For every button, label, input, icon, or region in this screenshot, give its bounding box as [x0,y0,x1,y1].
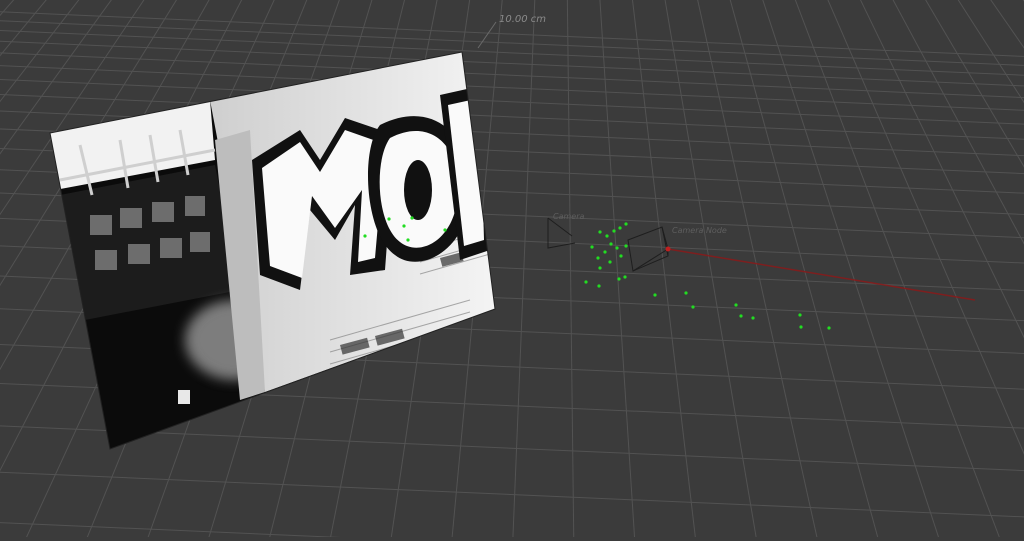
camera-trajectory [667,248,976,301]
point [615,246,619,250]
point [691,305,695,309]
point [584,280,588,284]
point [734,303,738,307]
point [624,244,628,248]
scene-canvas[interactable] [0,0,1024,541]
point [387,217,391,221]
point [406,238,410,242]
point [597,284,601,288]
point [799,325,803,329]
point [598,266,602,270]
image-plane[interactable] [40,40,510,460]
camera-label-left: Camera [553,212,585,221]
point [363,234,367,238]
point [617,277,621,281]
point [619,254,623,258]
camera-gizmo-left[interactable] [547,217,576,249]
point [590,245,594,249]
scale-label: 10.00 cm [499,14,547,25]
point [624,222,628,226]
point [598,230,602,234]
point [618,226,622,230]
camera-center[interactable] [665,246,671,252]
point [410,216,414,220]
point [612,229,616,233]
point [798,313,802,317]
point [402,224,406,228]
scale-guide-line [477,21,497,49]
point [653,293,657,297]
3d-viewport[interactable]: 10.00 cm Camera Camera Node [0,0,1024,541]
point [751,316,755,320]
point [623,275,627,279]
point [605,234,609,238]
point [443,228,447,232]
point [608,260,612,264]
point [739,314,743,318]
camera-label-right: Camera Node [672,226,727,235]
point [827,326,831,330]
point [684,291,688,295]
point [603,250,607,254]
sign [178,390,190,404]
point [609,242,613,246]
point [596,256,600,260]
